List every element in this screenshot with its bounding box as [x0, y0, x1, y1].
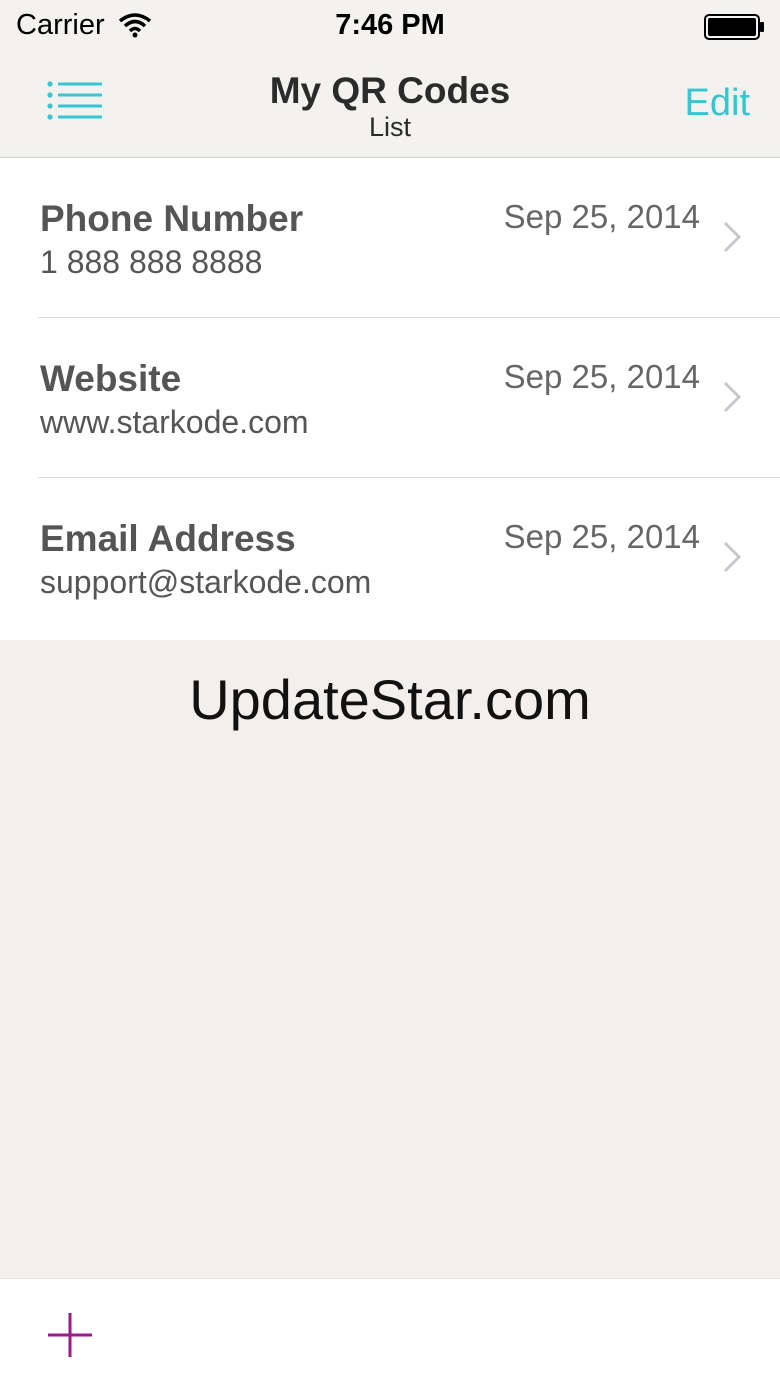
- item-date: Sep 25, 2014: [503, 198, 700, 235]
- chevron-right-icon: [723, 541, 742, 573]
- item-value: www.starkode.com: [40, 404, 309, 440]
- item-title: Website: [40, 358, 182, 399]
- item-title: Phone Number: [40, 198, 304, 239]
- item-date: Sep 25, 2014: [503, 518, 700, 555]
- edit-button[interactable]: Edit: [685, 82, 750, 125]
- navigation-bar: My QR Codes List Edit: [0, 56, 780, 158]
- chevron-right-icon: [723, 381, 742, 413]
- list-item[interactable]: Website www.starkode.com Sep 25, 2014: [0, 318, 780, 478]
- item-title: Email Address: [40, 518, 296, 559]
- clock: 7:46 PM: [335, 9, 445, 41]
- page-title: My QR Codes: [269, 70, 511, 111]
- chevron-right-icon: [723, 221, 742, 253]
- bottom-toolbar: [0, 1278, 780, 1388]
- list-item[interactable]: Phone Number 1 888 888 8888 Sep 25, 2014: [0, 158, 780, 318]
- item-date: Sep 25, 2014: [503, 358, 700, 395]
- status-bar: Carrier 7:46 PM: [0, 0, 780, 56]
- qr-code-list: Phone Number 1 888 888 8888 Sep 25, 2014…: [0, 158, 780, 640]
- watermark-text: UpdateStar.com: [189, 668, 591, 731]
- plus-icon[interactable]: [46, 1311, 94, 1359]
- list-item[interactable]: Email Address support@starkode.com Sep 2…: [0, 478, 780, 638]
- battery-icon: [704, 14, 764, 40]
- page-subtitle: List: [368, 112, 412, 142]
- item-value: support@starkode.com: [40, 564, 372, 600]
- item-value: 1 888 888 8888: [40, 244, 263, 280]
